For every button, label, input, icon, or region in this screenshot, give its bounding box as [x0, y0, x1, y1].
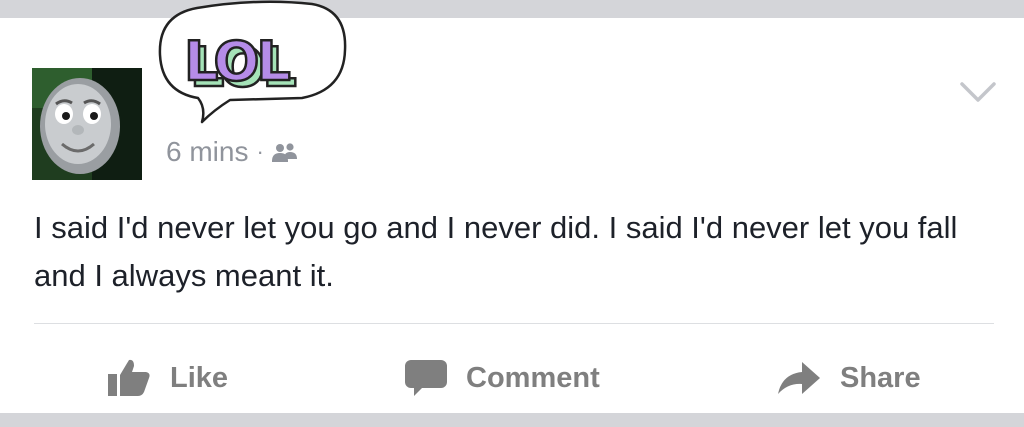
share-button[interactable]: Share — [776, 352, 921, 404]
lol-sticker: LOL LOL — [152, 0, 362, 130]
like-button[interactable]: Like — [106, 352, 228, 404]
chevron-down-icon — [960, 82, 996, 102]
actions-divider — [34, 323, 994, 324]
comment-label: Comment — [466, 361, 600, 394]
post-body-text: I said I'd never let you go and I never … — [34, 210, 958, 293]
share-label: Share — [840, 361, 921, 394]
sticker-text: LOL — [184, 30, 289, 93]
post-menu-button[interactable] — [958, 78, 998, 108]
meta-separator: · — [256, 139, 264, 164]
post-time[interactable]: 6 mins — [166, 136, 248, 168]
post-meta: 6 mins · — [166, 134, 299, 170]
comment-button[interactable]: Comment — [404, 352, 600, 404]
share-arrow-icon — [778, 362, 820, 394]
friends-icon[interactable] — [271, 140, 299, 164]
like-label: Like — [170, 361, 229, 394]
avatar-image — [32, 68, 142, 180]
avatar[interactable] — [32, 68, 142, 180]
comment-icon — [405, 360, 447, 396]
thumbs-up-icon — [108, 359, 150, 396]
